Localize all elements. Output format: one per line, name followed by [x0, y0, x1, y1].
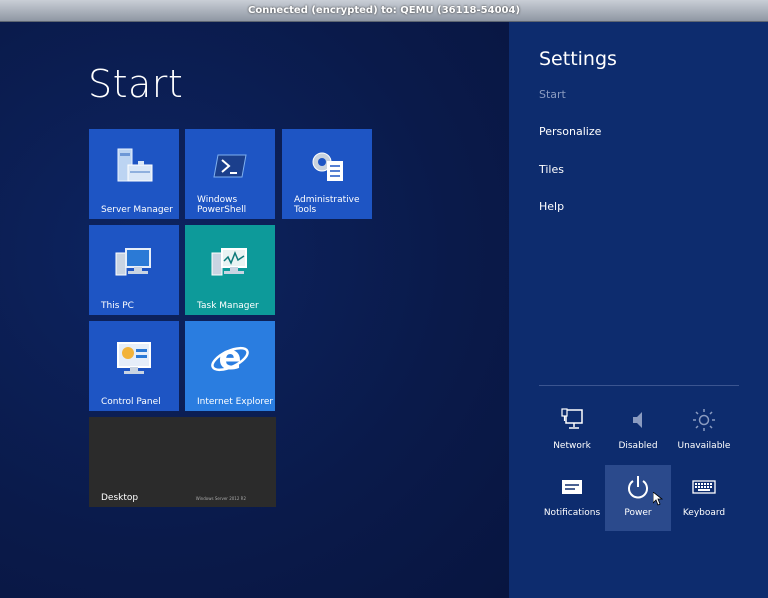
- tile-label: Task Manager: [197, 301, 259, 311]
- tile-desktop[interactable]: Desktop Windows Server 2012 R2: [89, 417, 276, 507]
- notifications-icon: [562, 480, 582, 494]
- volume-icon: [633, 412, 642, 428]
- administrative-tools-icon: [312, 152, 343, 181]
- brightness-icon: [693, 409, 715, 431]
- settings-divider: [539, 385, 739, 386]
- volume-label: Disabled: [618, 441, 658, 451]
- tile-task-manager[interactable]: Task Manager: [185, 225, 275, 315]
- start-heading: Start: [88, 62, 184, 106]
- brightness-label: Unavailable: [677, 441, 731, 451]
- tile-label: Windows PowerShell: [197, 195, 247, 215]
- settings-link-personalize[interactable]: Personalize: [539, 125, 601, 138]
- network-button[interactable]: Network: [539, 398, 605, 464]
- powershell-icon: [213, 154, 247, 178]
- network-icon: [561, 408, 583, 429]
- keyboard-icon: [692, 480, 716, 494]
- windows-server-branding: Windows Server 2012 R2: [195, 496, 246, 501]
- tile-control-panel[interactable]: Control Panel: [89, 321, 179, 411]
- server-manager-icon: [117, 148, 153, 182]
- settings-link-start[interactable]: Start: [539, 88, 566, 101]
- keyboard-button[interactable]: Keyboard: [671, 465, 737, 531]
- tile-label: Control Panel: [101, 397, 161, 407]
- brightness-button[interactable]: Unavailable: [671, 398, 737, 464]
- tile-label: Internet Explorer: [197, 397, 274, 407]
- tile-label: Administrative Tools: [294, 195, 360, 215]
- task-manager-icon: [211, 248, 247, 276]
- control-panel-icon: [117, 342, 151, 374]
- tile-windows-powershell[interactable]: Windows PowerShell: [185, 129, 275, 219]
- settings-title: Settings: [539, 48, 617, 70]
- volume-button[interactable]: Disabled: [605, 398, 671, 464]
- vnc-title-bar: Connected (encrypted) to: QEMU (36118-54…: [0, 0, 768, 22]
- power-icon: [628, 476, 648, 499]
- keyboard-label: Keyboard: [682, 508, 726, 518]
- network-label: Network: [553, 441, 591, 451]
- notifications-label: Notifications: [543, 508, 601, 518]
- power-label: Power: [624, 508, 652, 518]
- tile-label: Server Manager: [101, 205, 173, 215]
- settings-link-help[interactable]: Help: [539, 200, 564, 213]
- tile-label: Desktop: [101, 493, 139, 503]
- settings-charm-panel: Settings Start Personalize Tiles Help Ne…: [509, 22, 768, 598]
- mouse-cursor-icon: [653, 492, 663, 506]
- internet-explorer-icon: e: [211, 339, 249, 378]
- tile-this-pc[interactable]: This PC: [89, 225, 179, 315]
- computer-icon: [115, 248, 151, 276]
- settings-link-tiles[interactable]: Tiles: [539, 163, 564, 176]
- tile-label: This PC: [101, 301, 134, 311]
- svg-text:e: e: [218, 339, 241, 378]
- tile-server-manager[interactable]: Server Manager: [89, 129, 179, 219]
- tile-administrative-tools[interactable]: Administrative Tools: [282, 129, 372, 219]
- tile-internet-explorer[interactable]: e Internet Explorer: [185, 321, 275, 411]
- notifications-button[interactable]: Notifications: [539, 465, 605, 531]
